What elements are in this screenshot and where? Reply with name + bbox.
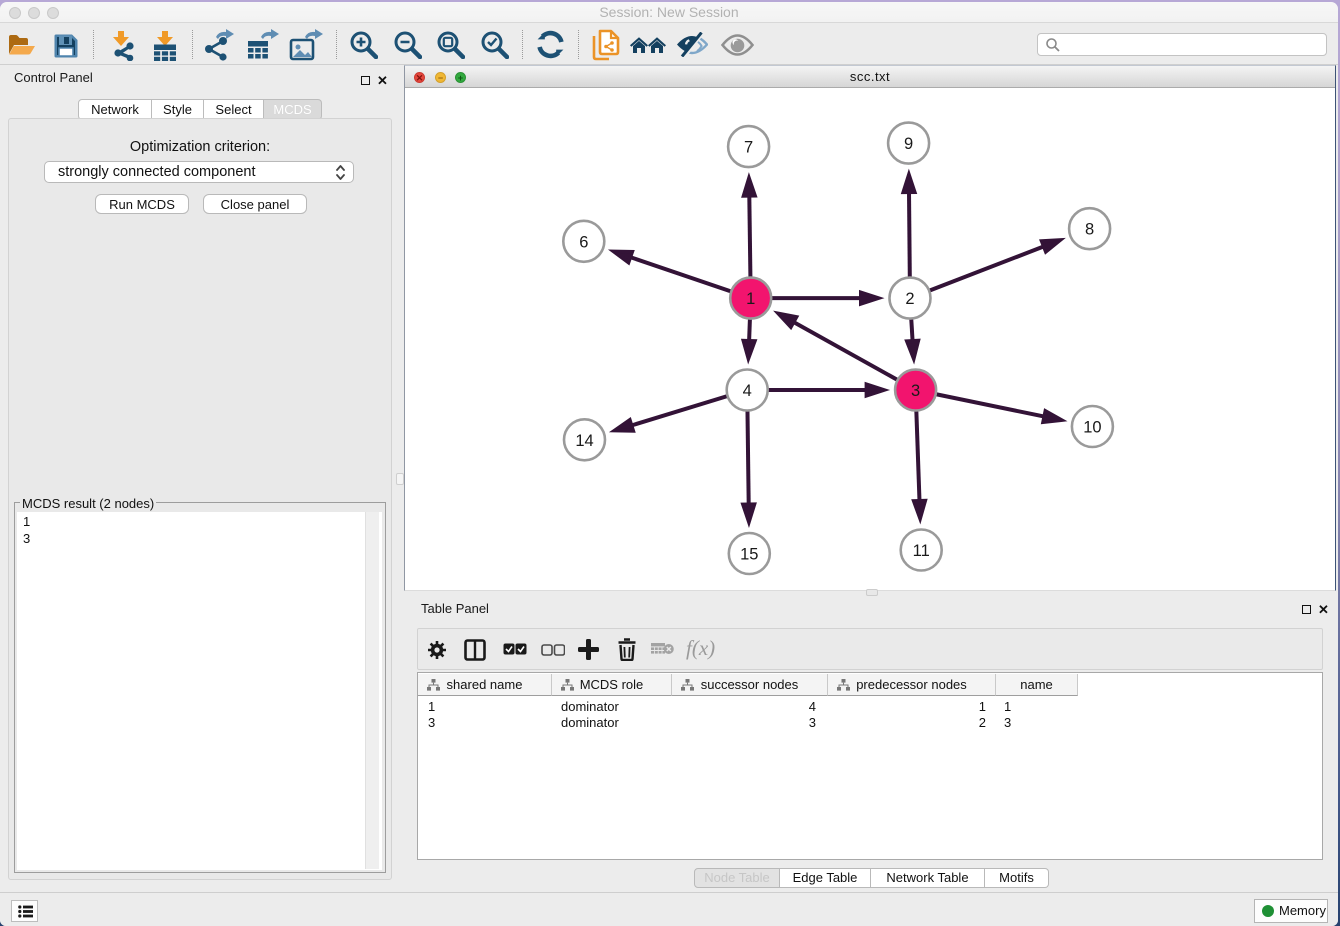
svg-text:1: 1 [746, 290, 755, 308]
svg-text:9: 9 [904, 135, 913, 153]
svg-text:2: 2 [905, 290, 914, 308]
svg-text:10: 10 [1083, 418, 1101, 436]
svg-text:8: 8 [1085, 220, 1094, 238]
svg-text:6: 6 [579, 233, 588, 251]
svg-text:4: 4 [743, 382, 752, 400]
svg-text:3: 3 [911, 382, 920, 400]
svg-text:15: 15 [740, 545, 758, 563]
svg-text:11: 11 [913, 542, 930, 560]
svg-text:7: 7 [744, 138, 753, 156]
svg-text:14: 14 [575, 431, 593, 449]
